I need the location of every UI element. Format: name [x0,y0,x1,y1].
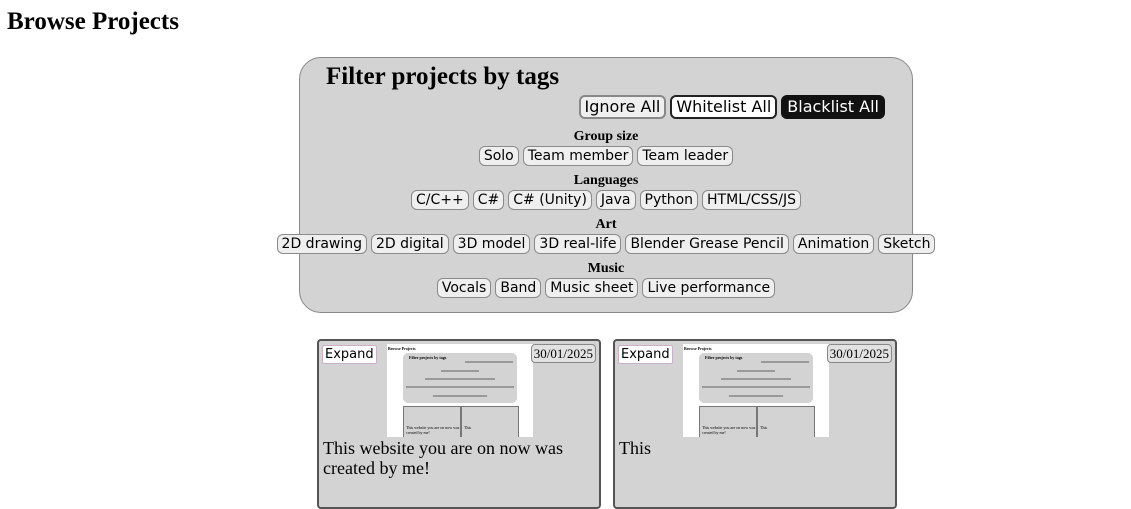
thumbnail-line [465,361,513,363]
thumbnail-line [406,386,514,388]
thumbnail-card: This website you are on now was created … [403,406,461,437]
tag-groups: Group size Solo Team member Team leader … [276,128,936,304]
thumbnail-filter-panel: Filter projects by tags [699,353,813,403]
tag-animation[interactable]: Animation [792,234,875,254]
project-date: 30/01/2025 [530,344,596,363]
group-title-art: Art [595,217,617,232]
thumbnail-card: This [461,406,519,437]
thumbnail-filter-title: Filter projects by tags [705,355,743,360]
project-date: 30/01/2025 [826,344,892,363]
thumbnail-line [425,378,495,380]
thumbnail-page-title: Browse Projects [388,346,416,351]
tag-row-music: Vocals Band Music sheet Live performance [300,277,912,299]
tag-csharp-unity[interactable]: C# (Unity) [508,190,592,210]
tag-row-group-size: Solo Team member Team leader [300,145,912,167]
group-title-music: Music [587,261,625,276]
project-description: This website you are on now was created … [323,438,563,478]
tag-row-art: 2D drawing 2D digital 3D model 3D real-l… [276,233,936,255]
thumbnail-line [729,395,783,397]
tag-3d-real-life[interactable]: 3D real-life [534,234,622,254]
tag-sketch[interactable]: Sketch [878,234,936,254]
tag-solo[interactable]: Solo [478,146,519,166]
tag-java[interactable]: Java [595,190,636,210]
project-thumbnail: Browse Projects Filter projects by tags … [683,344,829,437]
tag-python[interactable]: Python [639,190,699,210]
tag-music-sheet[interactable]: Music sheet [545,278,639,298]
thumbnail-line [721,378,791,380]
thumbnail-card-text: This [760,425,768,430]
blacklist-all-button[interactable]: Blacklist All [781,95,885,119]
tag-live-performance[interactable]: Live performance [642,278,776,298]
tag-band[interactable]: Band [495,278,542,298]
group-title-group-size: Group size [573,129,639,144]
tag-c-cpp[interactable]: C/C++ [411,190,469,210]
tag-row-languages: C/C++ C# C# (Unity) Java Python HTML/CSS… [300,189,912,211]
thumbnail-line [702,386,810,388]
expand-button[interactable]: Expand [322,345,377,364]
tag-html-css-js[interactable]: HTML/CSS/JS [702,190,801,210]
filter-title: Filter projects by tags [326,63,560,90]
tag-blender-grease-pencil[interactable]: Blender Grease Pencil [625,234,789,254]
project-thumbnail: Browse Projects Filter projects by tags … [387,344,533,437]
tag-3d-model[interactable]: 3D model [452,234,531,254]
tag-team-leader[interactable]: Team leader [637,146,734,166]
tag-2d-drawing[interactable]: 2D drawing [276,234,368,254]
tag-vocals[interactable]: Vocals [436,278,492,298]
project-description: This [619,438,652,458]
project-card: Expand Browse Projects Filter projects b… [613,339,897,509]
tag-2d-digital[interactable]: 2D digital [371,234,449,254]
thumbnail-card-text: This [464,425,472,430]
thumbnail-page-title: Browse Projects [684,346,712,351]
ignore-all-button[interactable]: Ignore All [578,95,667,119]
tag-csharp[interactable]: C# [472,190,505,210]
thumbnail-line [761,361,809,363]
tag-filter-panel: Filter projects by tags Ignore All White… [276,57,936,313]
thumbnail-card: This website you are on now was created … [699,406,757,437]
thumbnail-card-text: This website you are on now was created … [406,425,460,435]
thumbnail-line [441,370,479,372]
thumbnail-line [737,370,775,372]
thumbnail-card: This [757,406,815,437]
thumbnail-card-text: This website you are on now was created … [702,425,756,435]
group-title-languages: Languages [573,173,639,188]
thumbnail-filter-title: Filter projects by tags [409,355,447,360]
filter-mode-buttons: Ignore All Whitelist All Blacklist All [578,95,885,119]
whitelist-all-button[interactable]: Whitelist All [670,95,778,119]
thumbnail-line [433,395,487,397]
thumbnail-filter-panel: Filter projects by tags [403,353,517,403]
page-title: Browse Projects [7,8,179,35]
project-card: Expand Browse Projects Filter projects b… [317,339,601,509]
expand-button[interactable]: Expand [618,345,673,364]
tag-team-member[interactable]: Team member [522,146,634,166]
